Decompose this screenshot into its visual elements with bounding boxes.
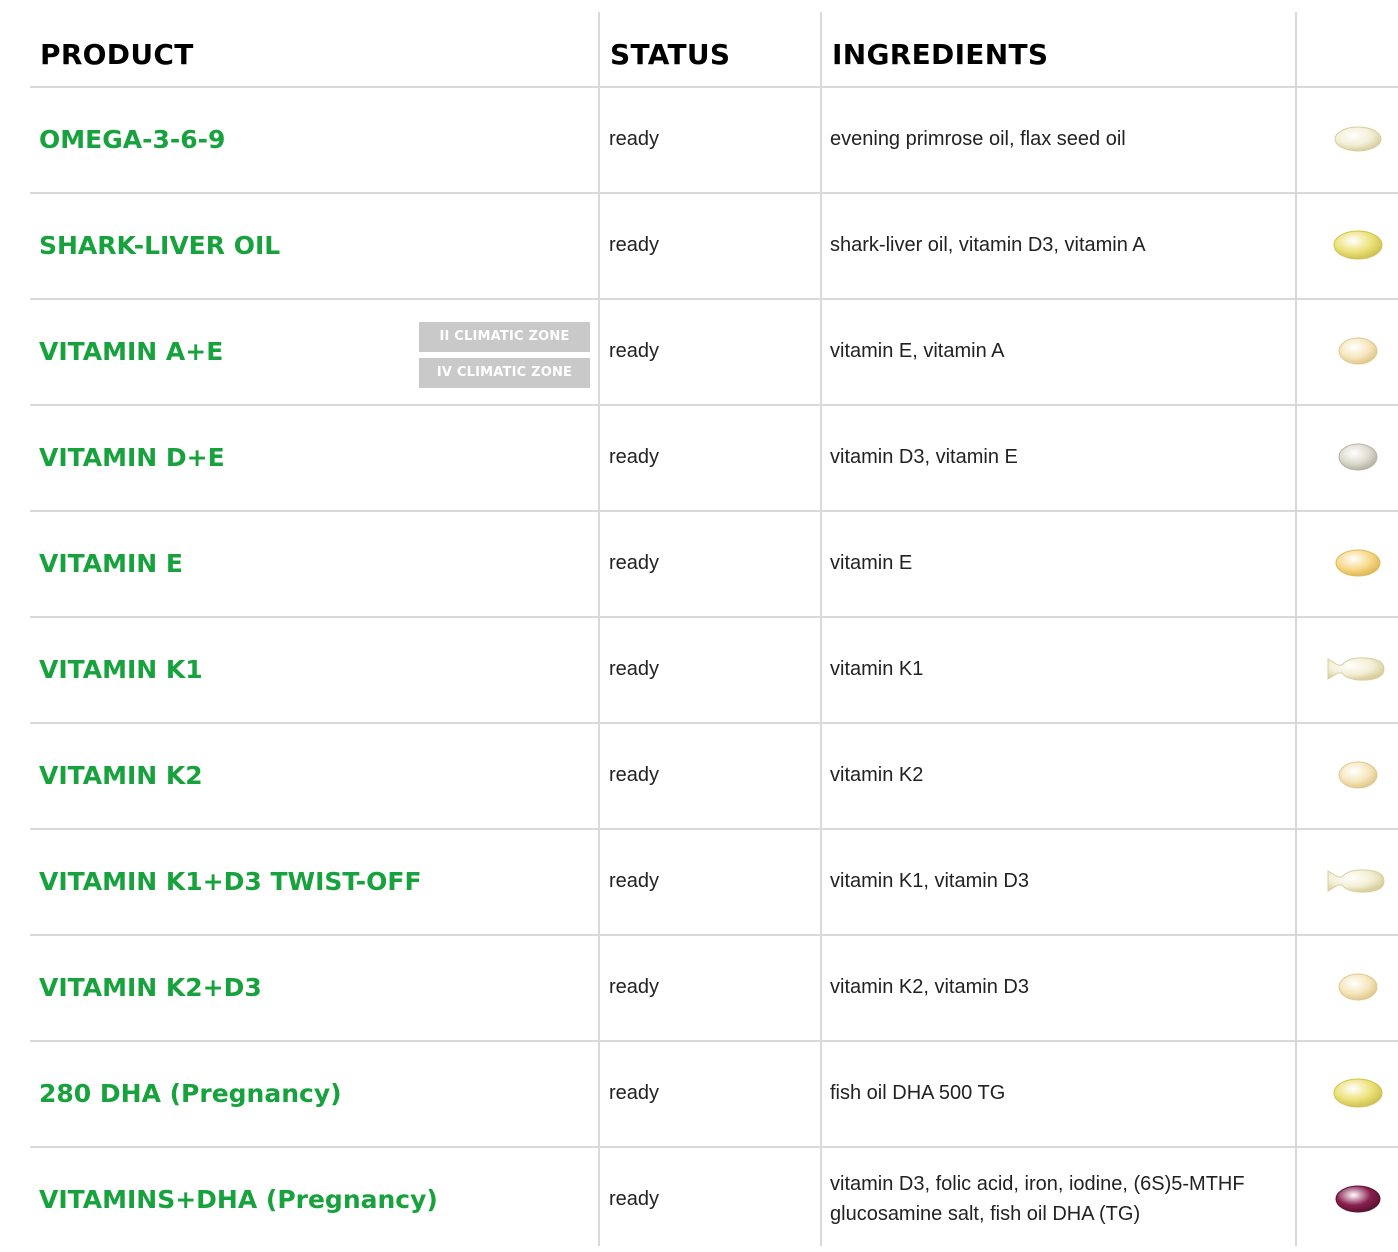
table-row: 280 DHA (Pregnancy) ready fish oil DHA 500…	[0, 1040, 1398, 1146]
twist-off-softgel-icon	[1298, 616, 1398, 722]
status-text: ready	[609, 339, 660, 362]
oval-softgel-amber-icon	[1298, 510, 1398, 616]
climatic-zone-badge: IV CLIMATIC ZONE	[419, 358, 590, 388]
table-row: OMEGA-3-6-9 ready evening primrose oil, fl…	[0, 86, 1398, 192]
status-text: ready	[609, 869, 660, 892]
product-table: PRODUCT STATUS INGREDIENTS OMEGA-3-6-9 re…	[0, 0, 1398, 1246]
table-row: VITAMIN K2 ready vitamin K2	[0, 722, 1398, 828]
oval-softgel-yellow-icon	[1298, 192, 1398, 298]
twist-off-softgel-icon	[1298, 828, 1398, 934]
oval-softgel-pale-icon	[1298, 86, 1398, 192]
product-name-link[interactable]: SHARK-LIVER OIL	[39, 192, 280, 298]
status-text: ready	[609, 763, 660, 786]
status-text: ready	[609, 1081, 660, 1104]
status-text: ready	[609, 233, 660, 256]
climatic-zone-badges: II CLIMATIC ZONE IV CLIMATIC ZONE	[419, 322, 590, 394]
product-name-link[interactable]: VITAMIN K1	[39, 616, 203, 722]
product-name-link[interactable]: OMEGA-3-6-9	[39, 86, 225, 192]
status-text: ready	[609, 657, 660, 680]
ingredients-text: vitamin K1, vitamin D3	[830, 870, 1029, 892]
ingredients-text: vitamin K1	[830, 658, 924, 680]
product-name-link[interactable]: VITAMIN A+E	[39, 298, 223, 404]
product-name-link[interactable]: VITAMIN K2	[39, 722, 203, 828]
table-row: VITAMIN K1+D3 TWIST-OFF ready vitamin K1, …	[0, 828, 1398, 934]
table-header: PRODUCT STATUS INGREDIENTS	[0, 0, 1398, 88]
status-text: ready	[609, 551, 660, 574]
status-text: ready	[609, 1187, 660, 1210]
oval-softgel-yellow-icon	[1298, 1040, 1398, 1146]
round-softgel-cream-icon	[1298, 298, 1398, 404]
status-text: ready	[609, 975, 660, 998]
table-row: VITAMIN D+E ready vitamin D3, vitamin E	[0, 404, 1398, 510]
table-row: VITAMIN A+E II CLIMATIC ZONE IV CLIMATIC Z…	[0, 298, 1398, 404]
ingredients-text: vitamin D3, vitamin E	[830, 446, 1018, 468]
status-text: ready	[609, 127, 660, 150]
ingredients-text: vitamin K2	[830, 764, 924, 786]
ingredients-text: vitamin E, vitamin A	[830, 340, 1005, 362]
ingredients-text: vitamin D3, folic acid, iron, iodine, (6…	[830, 1173, 1245, 1225]
product-name-link[interactable]: VITAMIN E	[39, 510, 183, 616]
round-softgel-cream-icon	[1298, 934, 1398, 1040]
table-row: VITAMIN E ready vitamin E	[0, 510, 1398, 616]
table-row: VITAMINS+DHA (Pregnancy) ready vitamin D3,…	[0, 1146, 1398, 1252]
climatic-zone-badge: II CLIMATIC ZONE	[419, 322, 590, 352]
header-ingredients: INGREDIENTS	[832, 38, 1049, 71]
header-status: STATUS	[610, 38, 731, 71]
ingredients-text: evening primrose oil, flax seed oil	[830, 128, 1126, 150]
header-product: PRODUCT	[40, 38, 194, 71]
ingredients-text: fish oil DHA 500 TG	[830, 1082, 1006, 1104]
table-row: VITAMIN K1 ready vitamin K1	[0, 616, 1398, 722]
round-softgel-cream-icon	[1298, 722, 1398, 828]
table-row: VITAMIN K2+D3 ready vitamin K2, vitamin D3	[0, 934, 1398, 1040]
ingredients-text: shark-liver oil, vitamin D3, vitamin A	[830, 234, 1146, 256]
product-name-link[interactable]: VITAMINS+DHA (Pregnancy)	[39, 1146, 438, 1252]
product-name-link[interactable]: 280 DHA (Pregnancy)	[39, 1040, 342, 1146]
product-name-link[interactable]: VITAMIN K1+D3 TWIST-OFF	[39, 828, 422, 934]
oval-softgel-purple-icon	[1298, 1146, 1398, 1252]
product-name-link[interactable]: VITAMIN D+E	[39, 404, 225, 510]
product-name-link[interactable]: VITAMIN K2+D3	[39, 934, 262, 1040]
status-text: ready	[609, 445, 660, 468]
ingredients-text: vitamin K2, vitamin D3	[830, 976, 1029, 998]
ingredients-text: vitamin E	[830, 552, 913, 574]
round-softgel-grey-icon	[1298, 404, 1398, 510]
table-row: SHARK-LIVER OIL ready shark-liver oil, vit…	[0, 192, 1398, 298]
